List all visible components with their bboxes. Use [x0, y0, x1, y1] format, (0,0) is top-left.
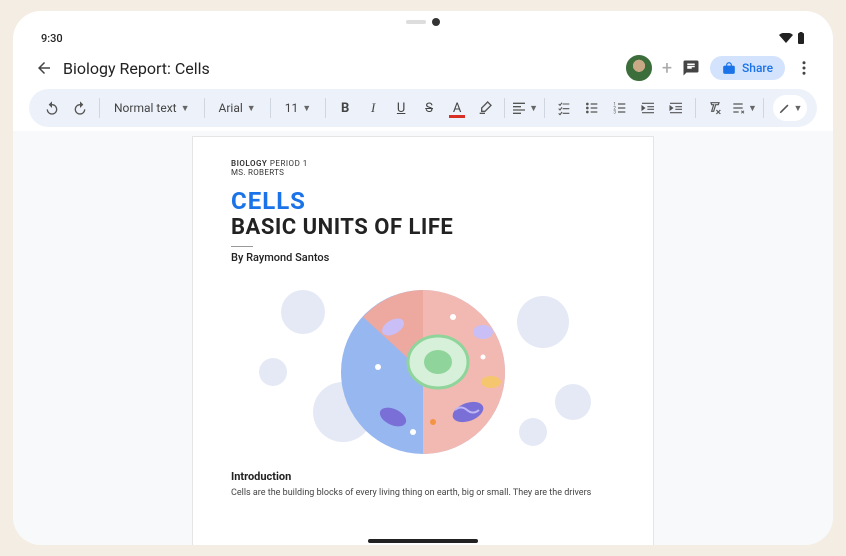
- body-text-preview: Cells are the building blocks of every l…: [231, 487, 615, 500]
- checklist-button[interactable]: [551, 95, 577, 121]
- status-bar: 9:30: [13, 27, 833, 49]
- avatar[interactable]: [626, 55, 652, 81]
- font-family-select[interactable]: Arial▼: [211, 101, 264, 115]
- battery-icon: [797, 32, 805, 44]
- document-canvas[interactable]: BIOLOGY PERIOD 1 MS. ROBERTS CELLS BASIC…: [13, 131, 833, 545]
- doc-heading-2: BASIC UNITS OF LIFE: [231, 215, 615, 240]
- camera-bar: [13, 17, 833, 27]
- section-heading: Introduction: [231, 470, 615, 483]
- font-size-select[interactable]: 11▼: [277, 101, 319, 115]
- numbered-list-button[interactable]: 123: [607, 95, 633, 121]
- byline: By Raymond Santos: [231, 251, 615, 264]
- highlight-color-button[interactable]: [472, 95, 498, 121]
- share-button-label: Share: [742, 61, 773, 75]
- course-line: BIOLOGY PERIOD 1: [231, 159, 615, 168]
- comment-history-icon[interactable]: [682, 59, 700, 77]
- strikethrough-button[interactable]: S: [416, 95, 442, 121]
- undo-button[interactable]: [39, 95, 65, 121]
- editing-mode-button[interactable]: ▼: [730, 95, 757, 121]
- paragraph-style-select[interactable]: Normal text▼: [106, 101, 198, 115]
- pen-tool-button[interactable]: ▼: [773, 95, 807, 121]
- titlebar: Biology Report: Cells + Share: [13, 49, 833, 87]
- more-options-icon[interactable]: [795, 59, 813, 77]
- decrease-indent-button[interactable]: [635, 95, 661, 121]
- toolbar: Normal text▼ Arial▼ 11▼ B I U S A ▼ 123: [29, 89, 817, 127]
- text-color-button[interactable]: A: [444, 95, 470, 121]
- cell-illustration: [231, 272, 615, 462]
- document-page[interactable]: BIOLOGY PERIOD 1 MS. ROBERTS CELLS BASIC…: [193, 137, 653, 545]
- redo-button[interactable]: [67, 95, 93, 121]
- document-title[interactable]: Biology Report: Cells: [63, 59, 616, 78]
- heading-rule: [231, 246, 253, 247]
- clear-formatting-button[interactable]: [702, 95, 728, 121]
- tablet-frame: 9:30 Biology Report: Cells + Share: [13, 11, 833, 545]
- bulleted-list-button[interactable]: [579, 95, 605, 121]
- teacher-line: MS. ROBERTS: [231, 168, 615, 177]
- status-time: 9:30: [41, 32, 63, 45]
- bold-button[interactable]: B: [332, 95, 358, 121]
- svg-text:3: 3: [613, 109, 616, 115]
- italic-button[interactable]: I: [360, 95, 386, 121]
- wifi-icon: [779, 33, 793, 43]
- increase-indent-button[interactable]: [663, 95, 689, 121]
- add-collaborator-icon[interactable]: +: [662, 58, 672, 79]
- doc-heading-1: CELLS: [231, 187, 615, 215]
- align-button[interactable]: ▼: [511, 95, 538, 121]
- share-button[interactable]: Share: [710, 56, 785, 80]
- nav-handle[interactable]: [368, 539, 478, 543]
- underline-button[interactable]: U: [388, 95, 414, 121]
- back-arrow-icon[interactable]: [35, 59, 53, 77]
